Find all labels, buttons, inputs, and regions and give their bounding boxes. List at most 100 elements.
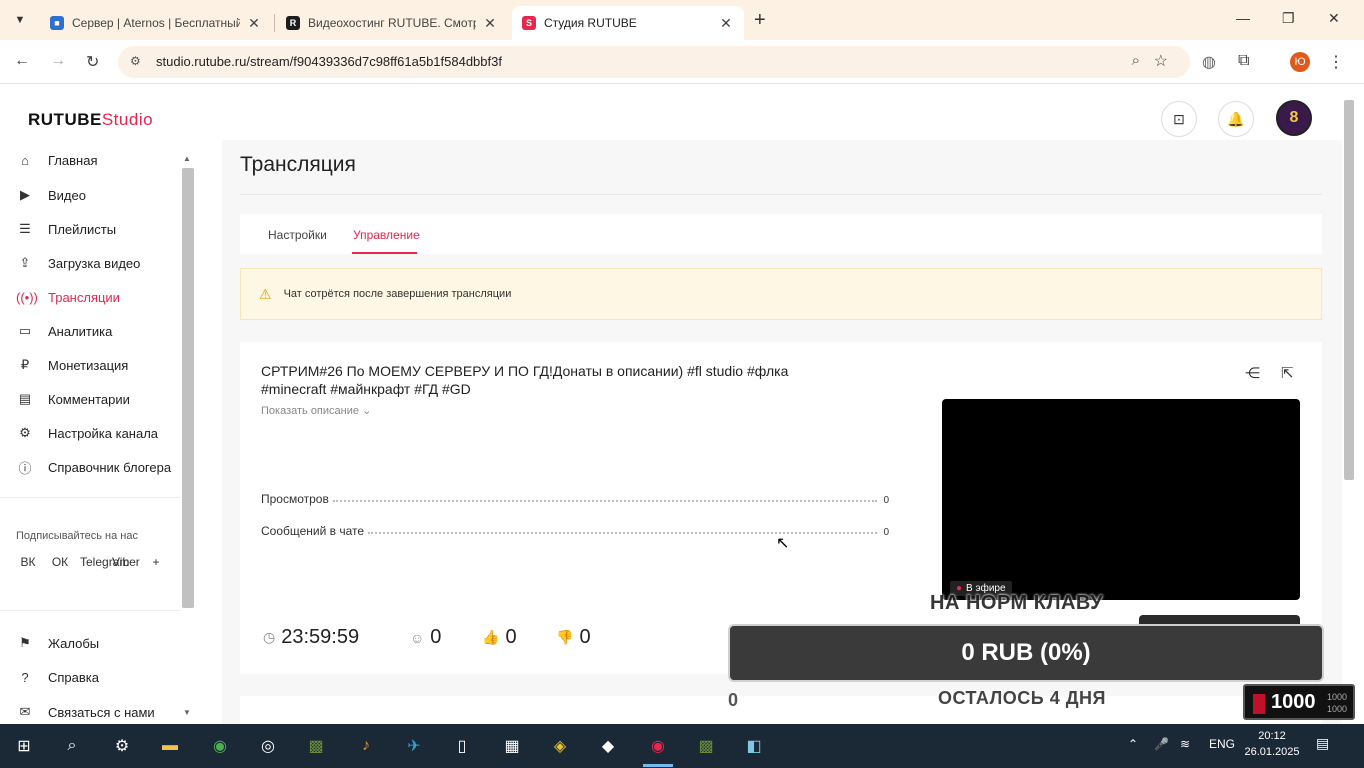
close-tab-icon[interactable]: ✕ [718, 15, 734, 32]
new-tab-button[interactable]: + [754, 9, 766, 32]
close-tab-icon[interactable]: ✕ [246, 15, 262, 32]
share-icon[interactable]: ⋲ [1245, 364, 1260, 382]
sidebar-item-channel-settings[interactable]: ⚙ Настройка канала [16, 422, 158, 444]
sidebar-divider [0, 610, 180, 611]
translate-icon[interactable]: ◍ [1202, 52, 1216, 72]
sidebar-item-analytics[interactable]: ▭ Аналитика [16, 320, 113, 342]
close-tab-icon[interactable]: ✕ [482, 15, 498, 32]
minecraft-launcher-icon[interactable]: ▩ [694, 734, 718, 758]
browser-tab-bar: ▼ ■ Сервер | Aternos | Бесплатный ✕ R Ви… [0, 0, 1364, 40]
sidebar-item-broadcasts[interactable]: ((•)) Трансляции [16, 286, 120, 308]
notepad-icon[interactable]: ▯ [450, 734, 474, 758]
counter-marker [1253, 694, 1265, 714]
tab-settings[interactable]: Настройки [268, 228, 327, 242]
notifications-button[interactable]: 🔔 [1218, 101, 1254, 137]
info-icon: ⓘ [18, 460, 32, 476]
obs-icon[interactable]: ◎ [256, 734, 280, 758]
minecraft-icon[interactable]: ▩ [304, 734, 328, 758]
language-indicator[interactable]: ENG [1209, 737, 1235, 751]
address-bar[interactable]: ⚙ studio.rutube.ru/stream/f90439336d7c98… [118, 46, 1190, 78]
telegram-app-icon[interactable]: ✈ [402, 734, 426, 758]
back-icon[interactable]: ← [14, 52, 30, 70]
rutube-studio-icon: S [522, 16, 536, 30]
microphone-icon[interactable]: 🎤 [1154, 737, 1169, 751]
notifications-center-icon[interactable]: ▤ [1316, 735, 1329, 752]
chrome-icon[interactable]: ◉ [208, 734, 232, 758]
taskbar-search-icon[interactable]: ⌕ [60, 734, 84, 758]
fl-studio-icon[interactable]: ♪ [354, 734, 378, 758]
sidebar-item-complaints[interactable]: ⚑ Жалобы [16, 632, 99, 654]
sidebar-item-blogger-guide[interactable]: ⓘ Справочник блогера [16, 456, 171, 478]
donation-time-left: ОСТАЛОСЬ 4 ДНЯ [938, 688, 1106, 708]
sidebar-item-upload[interactable]: ⇪ Загрузка видео [16, 252, 141, 274]
channel-avatar[interactable]: 8 [1276, 100, 1312, 136]
restore-icon[interactable]: ❐ [1282, 10, 1295, 27]
rutube-studio-logo[interactable]: RUTUBEStudio [28, 110, 153, 130]
stream-preview-player[interactable]: ● В эфире [942, 399, 1300, 600]
ok-icon[interactable]: ОК [48, 555, 72, 569]
calculator-icon[interactable]: ▦ [500, 734, 524, 758]
viber-icon[interactable]: Viber [112, 555, 140, 569]
dotted-leader [332, 500, 878, 502]
taskbar-settings-icon[interactable]: ⚙ [110, 734, 134, 758]
sidebar-item-monetization[interactable]: ₽ Монетизация [16, 354, 128, 376]
tab-aternos[interactable]: ■ Сервер | Aternos | Бесплатный ✕ [40, 6, 272, 40]
sidebar-item-home[interactable]: ⌂ Главная [16, 149, 97, 171]
broadcast-icon: ((•)) [16, 289, 38, 305]
url-text[interactable]: studio.rutube.ru/stream/f90439336d7c98ff… [156, 54, 502, 69]
app-icon[interactable]: ◧ [742, 734, 766, 758]
geometry-dash-icon[interactable]: ◈ [548, 734, 572, 758]
active-app-indicator [643, 764, 673, 767]
help-icon: ? [21, 669, 29, 685]
tab-rutube-studio[interactable]: S Студия RUTUBE ✕ [512, 6, 744, 40]
tab-rutube[interactable]: R Видеохостинг RUTUBE. Смотри ✕ [276, 6, 508, 40]
tray-chevron-icon[interactable]: ⌃ [1128, 737, 1138, 751]
zoom-icon[interactable]: ⌕ [1132, 52, 1140, 69]
analytics-icon: ▭ [18, 323, 32, 338]
sidebar-item-playlists[interactable]: ☰ Плейлисты [16, 218, 116, 240]
create-stream-button[interactable]: ⊡ [1161, 101, 1197, 137]
bookmark-star-icon[interactable]: ☆ [1154, 51, 1168, 71]
tab-search-chevron-icon[interactable]: ▼ [8, 8, 32, 32]
settings-icon: ⚙ [19, 425, 31, 440]
file-explorer-icon[interactable]: ▬ [158, 734, 182, 758]
browser-menu-icon[interactable]: ⋮ [1328, 52, 1344, 72]
donation-counter-widget: 1000 1000 1000 [1243, 684, 1355, 720]
scroll-up-icon[interactable]: ▲ [183, 154, 191, 163]
thumbs-up-icon: 👍 [482, 629, 500, 645]
page-scroll-thumb[interactable] [1344, 100, 1354, 480]
viewer-icon: ☺ [410, 629, 425, 646]
sidebar-item-comments[interactable]: ▤ Комментарии [16, 388, 130, 410]
roblox-icon[interactable]: ◆ [596, 734, 620, 758]
reload-icon[interactable]: ↻ [86, 52, 99, 72]
windows-taskbar: ⊞ ⌕ ⚙ ▬ ◉ ◎ ▩ ♪ ✈ ▯ ▦ ◈ ◆ ◉ ▩ ◧ ⌃ 🎤 ≋ EN… [0, 724, 1364, 768]
bell-icon: 🔔 [1227, 110, 1245, 127]
sidebar-item-contact[interactable]: ✉ Связаться с нами [16, 701, 155, 723]
sidebar-scrollbar[interactable]: ▲ ▼ [182, 154, 194, 720]
video-icon: ▶ [20, 187, 30, 202]
windows-start-icon[interactable]: ⊞ [12, 734, 36, 758]
monetization-icon: ₽ [20, 357, 30, 372]
minimize-icon[interactable]: — [1236, 10, 1250, 26]
profile-avatar[interactable]: Ю [1290, 52, 1310, 72]
page-scrollbar[interactable] [1342, 86, 1356, 724]
more-socials-icon[interactable]: + [144, 555, 168, 569]
show-description-link[interactable]: Показать описание ⌄ [261, 404, 371, 417]
scroll-down-icon[interactable]: ▼ [183, 708, 191, 717]
open-external-icon[interactable]: ⇱ [1281, 364, 1294, 382]
site-settings-icon[interactable]: ⚙ [130, 54, 141, 68]
vk-icon[interactable]: ВК [16, 555, 40, 569]
taskbar-clock[interactable]: 20:12 26.01.2025 [1244, 728, 1300, 760]
chat-warning-banner: ⚠ Чат сотрётся после завершения трансляц… [240, 268, 1322, 320]
telegram-icon[interactable]: Telegram [80, 555, 129, 569]
chrome-profile-icon[interactable]: ◉ [646, 734, 670, 758]
home-icon: ⌂ [21, 152, 29, 168]
sidebar-item-help[interactable]: ? Справка [16, 666, 99, 688]
forward-icon[interactable]: → [50, 52, 66, 70]
sidebar-item-video[interactable]: ▶ Видео [16, 184, 86, 206]
tab-management[interactable]: Управление [353, 228, 420, 242]
network-icon[interactable]: ≋ [1180, 737, 1190, 751]
close-window-icon[interactable]: ✕ [1328, 10, 1340, 27]
sidebar-scroll-thumb[interactable] [182, 168, 194, 608]
extensions-icon[interactable]: ⧉ [1238, 52, 1249, 70]
